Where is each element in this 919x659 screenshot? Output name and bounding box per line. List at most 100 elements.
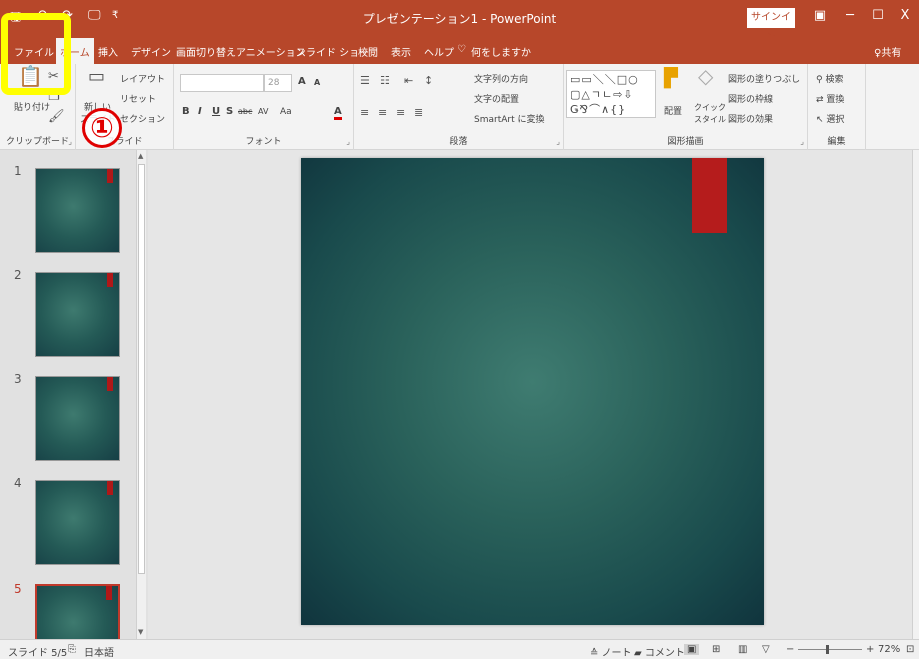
align-left-icon[interactable]: ≡ xyxy=(360,106,369,119)
zoom-out-button[interactable]: − xyxy=(786,644,794,655)
scrollbar-thumb[interactable] xyxy=(138,164,145,574)
scroll-down-icon[interactable]: ▼ xyxy=(138,628,143,636)
shrink-font-button[interactable]: A xyxy=(314,78,320,87)
select-label: 選択 xyxy=(826,115,845,125)
slide-red-tag[interactable] xyxy=(692,158,727,233)
share-button[interactable]: ♀共有 xyxy=(874,44,901,59)
slideshow-view-icon[interactable]: ▽ xyxy=(762,644,770,655)
shape-fill-button[interactable]: 図形の塗りつぶし xyxy=(728,72,800,85)
ribbon-display-icon[interactable]: ▣ xyxy=(808,8,832,23)
signin-button[interactable]: サインイン xyxy=(747,8,795,43)
notes-button[interactable]: ≙ ノート xyxy=(590,644,632,659)
drawing-launcher-icon[interactable]: ⌟ xyxy=(800,137,804,146)
zoom-in-button[interactable]: + xyxy=(866,644,874,655)
justify-icon[interactable]: ≣ xyxy=(414,106,423,119)
tell-me-input[interactable]: 何をしますか xyxy=(471,44,531,59)
font-color-button[interactable]: A xyxy=(334,106,342,120)
tab-transitions[interactable]: 画面切り替え xyxy=(176,44,236,59)
underline-button[interactable]: U xyxy=(212,106,220,117)
zoom-level[interactable]: 72% xyxy=(878,644,900,655)
maximize-icon[interactable]: ☐ xyxy=(866,8,890,23)
bullets-icon[interactable]: ☰ xyxy=(360,74,370,87)
tab-insert[interactable]: 挿入 xyxy=(98,44,118,59)
line-spacing-icon[interactable]: ↕ xyxy=(424,74,433,87)
numbering-icon[interactable]: ☷ xyxy=(380,74,390,87)
char-spacing-button[interactable]: AV xyxy=(258,107,268,116)
grow-font-button[interactable]: A xyxy=(298,76,306,87)
font-launcher-icon[interactable]: ⌟ xyxy=(346,137,350,146)
slide-thumbnail-2[interactable] xyxy=(35,272,120,357)
lightbulb-icon: ♡ xyxy=(457,44,466,55)
comments-button[interactable]: ▰ コメント xyxy=(634,644,685,659)
notes-label: ノート xyxy=(601,648,632,659)
paragraph-launcher-icon[interactable]: ⌟ xyxy=(556,137,560,146)
format-painter-icon[interactable]: 🖌 xyxy=(48,110,65,123)
thumbnail-pane: 1 2 3 4 5 ▲ ▼ xyxy=(0,150,148,659)
language-indicator[interactable]: 日本語 xyxy=(84,644,114,659)
drawing-group: ▭▭＼＼□○ ▢△ㄱㄴ⇨⇩ Ǥ⅋⌒∧{} ▛ 配置 ◇ クイック スタイル 図形… xyxy=(564,64,808,150)
text-direction-button[interactable]: 文字列の方向 xyxy=(474,72,528,85)
tab-help[interactable]: ヘルプ xyxy=(424,44,454,59)
slide-canvas[interactable] xyxy=(301,158,764,625)
reset-button[interactable]: リセット xyxy=(120,92,156,105)
quick-styles-label-1[interactable]: クイック xyxy=(694,102,726,113)
clipboard-launcher-icon[interactable]: ⌟ xyxy=(68,137,72,146)
layout-button[interactable]: レイアウト xyxy=(120,72,165,85)
arrange-button[interactable]: 配置 xyxy=(664,104,682,117)
select-button[interactable]: ↖ 選択 xyxy=(816,112,844,125)
thumbnail-scrollbar[interactable]: ▲ ▼ xyxy=(136,150,146,639)
font-size-select[interactable]: 28 xyxy=(264,74,292,92)
drawing-label: 図形描画 xyxy=(667,137,704,147)
close-icon[interactable]: X xyxy=(893,8,917,23)
slide-number-5: 5 xyxy=(14,582,22,596)
strikethrough-button[interactable]: abc xyxy=(238,107,252,116)
shape-effects-button[interactable]: 図形の効果 xyxy=(728,112,773,125)
slide-number-4: 4 xyxy=(14,476,22,490)
notes-icon: ≙ xyxy=(590,648,602,659)
tab-design[interactable]: デザイン xyxy=(131,44,171,59)
slide-thumbnail-4[interactable] xyxy=(35,480,120,565)
font-name-select[interactable] xyxy=(180,74,264,92)
quick-styles-label-2[interactable]: スタイル xyxy=(694,114,726,125)
zoom-slider-thumb[interactable] xyxy=(826,645,829,654)
align-center-icon[interactable]: ≡ xyxy=(378,106,387,119)
ribbon: 📋 ✂ ❐ 🖌 貼り付け クリップボード ⌟ ▭ 新しい スライド レイアウト … xyxy=(0,64,919,150)
font-group: 28 A A B I U S abc AV Aa A フォント ⌟ xyxy=(174,64,354,150)
paste-button[interactable]: 貼り付け xyxy=(14,100,50,113)
fit-to-window-icon[interactable]: ⊡ xyxy=(906,644,914,655)
new-slide-icon[interactable]: ▭ xyxy=(88,68,105,86)
indent-icon[interactable]: ⇤ xyxy=(404,74,413,87)
bold-button[interactable]: B xyxy=(182,106,190,117)
highlight-box xyxy=(1,13,71,95)
slide-sorter-icon[interactable]: ⊞ xyxy=(712,644,720,655)
align-text-button[interactable]: 文字の配置 xyxy=(474,92,519,105)
align-right-icon[interactable]: ≡ xyxy=(396,106,405,119)
zoom-slider[interactable] xyxy=(798,649,862,650)
replace-button[interactable]: ⇄ 置換 xyxy=(816,92,844,105)
shadow-button[interactable]: S xyxy=(226,106,233,117)
slide-counter: スライド 5/5 xyxy=(8,648,68,659)
paragraph-label: 段落 xyxy=(449,137,468,147)
arrange-icon[interactable]: ▛ xyxy=(664,70,678,88)
shape-outline-button[interactable]: 図形の枠線 xyxy=(728,92,773,105)
comment-icon: ▰ xyxy=(634,648,645,659)
minimize-icon[interactable]: ─ xyxy=(838,8,862,23)
comments-label: コメント xyxy=(644,648,685,659)
proofing-icon[interactable]: ⎘ xyxy=(68,644,76,655)
slide-thumbnail-1[interactable] xyxy=(35,168,120,253)
find-button[interactable]: ⚲ 検索 xyxy=(816,72,843,85)
editor-scrollbar[interactable] xyxy=(912,150,919,639)
tab-view[interactable]: 表示 xyxy=(391,44,411,59)
section-button[interactable]: セクション xyxy=(120,112,165,125)
reading-view-icon[interactable]: ▥ xyxy=(738,644,747,655)
thumbnail-red-tag xyxy=(107,273,113,287)
shapes-gallery[interactable]: ▭▭＼＼□○ ▢△ㄱㄴ⇨⇩ Ǥ⅋⌒∧{} xyxy=(566,70,656,118)
change-case-button[interactable]: Aa xyxy=(280,107,292,117)
italic-button[interactable]: I xyxy=(198,106,202,117)
normal-view-icon[interactable]: ▣ xyxy=(684,644,700,655)
smartart-button[interactable]: SmartArt に変換 xyxy=(474,112,544,125)
scroll-up-icon[interactable]: ▲ xyxy=(138,152,143,160)
slide-thumbnail-3[interactable] xyxy=(35,376,120,461)
tab-review[interactable]: 校閲 xyxy=(358,44,378,59)
quick-styles-icon[interactable]: ◇ xyxy=(698,66,713,86)
